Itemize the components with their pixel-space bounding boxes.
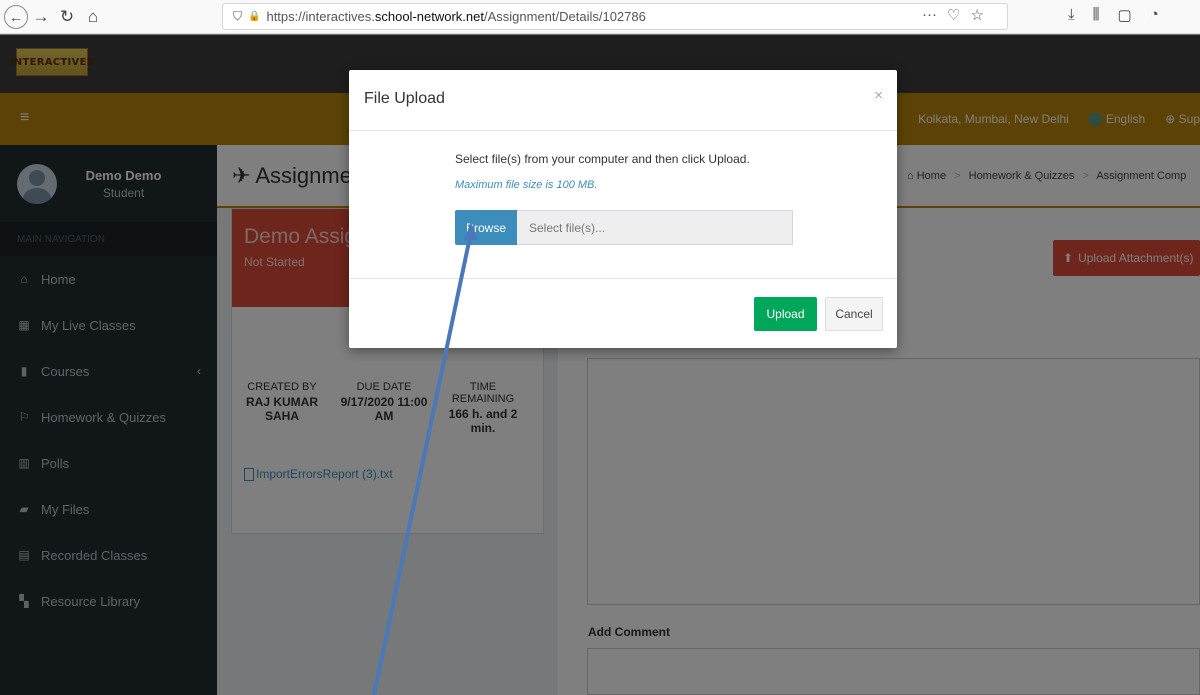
browse-button[interactable]: Browse	[455, 210, 517, 245]
sidebar-toggle-icon[interactable]: ▢	[1118, 6, 1132, 24]
account-icon[interactable]: ◔	[1150, 6, 1159, 24]
file-upload-modal: File Upload × Select file(s) from your c…	[349, 70, 897, 348]
modal-header: File Upload ×	[349, 70, 897, 131]
download-icon[interactable]: ⤓	[1068, 6, 1075, 24]
browser-toolbar: ← → ↻ ⌂ ⛉ 🔒 https://interactives. school-…	[0, 0, 1200, 34]
modal-body: Select file(s) from your computer and th…	[349, 131, 897, 279]
toolbar-icons: ⤓ ⫼ ▢ ◔	[1068, 6, 1159, 24]
file-input-group: Browse Select file(s)...	[455, 210, 793, 245]
library-icon[interactable]: ⫼	[1093, 6, 1100, 24]
modal-footer: Upload Cancel	[349, 279, 897, 347]
address-bar[interactable]: ⛉ 🔒 https://interactives. school-network.…	[222, 3, 1008, 30]
reload-icon[interactable]: ↻	[54, 4, 80, 30]
lock-icon: 🔒	[248, 11, 261, 22]
url-path: /Assignment/Details/102786	[483, 9, 646, 24]
shield-icon[interactable]: ⛉	[233, 9, 242, 24]
bookmark-star-icon[interactable]: ☆	[970, 6, 983, 24]
modal-title: File Upload	[364, 90, 445, 107]
close-icon[interactable]: ×	[874, 87, 883, 104]
forward-icon[interactable]: →	[28, 4, 54, 30]
address-bar-actions: ··· ♡ ☆	[922, 6, 984, 24]
url-host: school-network.net	[374, 9, 484, 24]
cancel-button[interactable]: Cancel	[825, 297, 883, 331]
page-actions-icon[interactable]: ···	[922, 6, 937, 24]
max-file-size-note: Maximum file size is 100 MB.	[455, 179, 598, 191]
home-icon[interactable]: ⌂	[80, 4, 106, 30]
url-prefix: https://interactives.	[266, 9, 375, 24]
file-name-field[interactable]: Select file(s)...	[517, 210, 793, 245]
back-icon[interactable]: ←	[4, 4, 28, 29]
upload-instruction: Select file(s) from your computer and th…	[455, 152, 750, 166]
pocket-icon[interactable]: ♡	[947, 6, 960, 24]
upload-button[interactable]: Upload	[754, 297, 817, 331]
